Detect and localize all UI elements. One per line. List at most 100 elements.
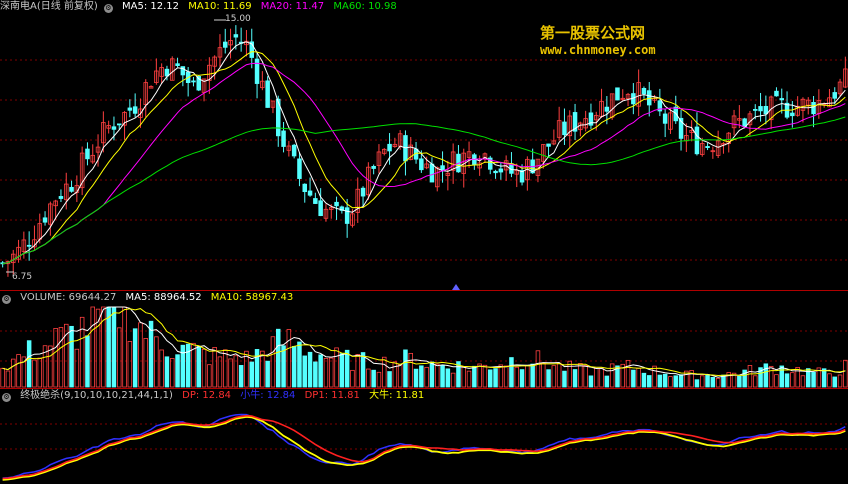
volume-bar: [715, 377, 721, 388]
volume-bar: [238, 365, 244, 388]
volume-bar: [74, 348, 80, 388]
volume-bar: [392, 361, 398, 388]
candle-body: [26, 244, 32, 247]
volume-bar: [519, 369, 525, 388]
volume-bar: [609, 363, 615, 388]
volume-bar: [403, 349, 408, 388]
ma20-label: MA20: 11.47: [260, 1, 325, 12]
volume-bar: [503, 365, 509, 388]
volume-bar: [350, 369, 355, 388]
volume-bar: [678, 374, 684, 388]
volume-bar: [323, 357, 329, 388]
volume-bar: [710, 377, 716, 388]
indicator-pane[interactable]: ⚙ 终极绝杀(9,10,10,10,21,44,1,1) DP: 12.84 小…: [0, 389, 848, 484]
volume-bar: [583, 364, 588, 388]
volume-bar: [143, 338, 149, 388]
volume-bar: [482, 364, 488, 388]
volume-bar: [408, 352, 414, 388]
daniu-label: 大牛: 11.81: [369, 390, 425, 401]
volume-bar: [85, 335, 90, 388]
volume-ma5-line: [2, 306, 846, 378]
volume-bar: [26, 340, 32, 388]
volume-bar: [286, 329, 292, 388]
volume-bar: [493, 368, 498, 388]
candle-body: [419, 158, 424, 171]
volume-bar: [148, 320, 154, 388]
volume-bar: [641, 372, 647, 388]
volume-bar: [53, 328, 58, 388]
volume-bar: [387, 371, 392, 388]
volume-bar: [562, 370, 567, 388]
candle-body: [371, 165, 376, 169]
volume-bar: [450, 372, 456, 388]
volume-bar: [302, 355, 308, 388]
candle-body: [233, 34, 239, 38]
candle-body: [646, 90, 652, 106]
volume-bar: [487, 369, 493, 388]
candle-body: [790, 112, 795, 117]
volume-bar: [328, 357, 334, 388]
candle-body: [180, 66, 186, 76]
settings-icon[interactable]: ⚙: [2, 295, 11, 304]
volume-bar: [551, 365, 557, 388]
volume-bar: [48, 345, 53, 388]
volume-bar: [127, 341, 133, 388]
volume-ma10-line: [2, 308, 846, 377]
indicator-name: 终极绝杀(9,10,10,10,21,44,1,1): [20, 390, 173, 401]
volume-bar: [779, 365, 785, 388]
volume-bar: [599, 368, 604, 388]
volume-bar: [578, 363, 583, 388]
volume-bar: [281, 345, 286, 388]
volume-bar: [440, 364, 445, 388]
candlestick-chart: [0, 19, 848, 290]
volume-bar: [572, 369, 578, 388]
candle-body: [127, 107, 133, 111]
candle-body: [832, 92, 838, 99]
volume-bar: [774, 374, 779, 388]
candle-body: [752, 109, 758, 111]
volume-bar: [32, 359, 37, 388]
candle-body: [265, 80, 270, 108]
volume-bar: [196, 345, 202, 388]
candle-body: [254, 58, 260, 84]
volume-bar: [201, 348, 207, 388]
candle-body: [191, 80, 196, 83]
candle-body: [604, 106, 610, 112]
candle-body: [222, 41, 228, 48]
candle-body: [42, 217, 48, 223]
volume-bar: [625, 359, 631, 388]
volume-bar: [355, 353, 361, 388]
candle-body: [705, 146, 710, 148]
dp-line: [2, 414, 846, 480]
candle-body: [175, 63, 180, 66]
candle-body: [493, 170, 498, 174]
volume-header: ⚙ VOLUME: 69644.27 MA5: 88964.52 MA10: 5…: [0, 291, 299, 304]
volume-bar: [90, 306, 96, 388]
volume-pane[interactable]: ⚙ VOLUME: 69644.27 MA5: 88964.52 MA10: 5…: [0, 291, 848, 388]
volume-bar: [795, 366, 800, 388]
volume-bar: [37, 357, 43, 388]
volume-bar: [747, 365, 753, 388]
settings-icon[interactable]: ⚙: [2, 393, 11, 402]
volume-bar: [843, 359, 848, 388]
ma5-label: MA5: 12.12: [122, 1, 180, 12]
candle-body: [132, 106, 138, 114]
volume-bar: [694, 379, 700, 388]
volume-bar: [275, 328, 281, 388]
watermark-url: www.chnmoney.com: [540, 43, 656, 57]
volume-bar: [116, 327, 122, 388]
volume-bar: [222, 349, 228, 388]
candle-body: [307, 190, 313, 196]
volume-bar: [381, 356, 387, 388]
volume-ma5-label: MA5: 88964.52: [125, 292, 202, 303]
price-chart-pane[interactable]: 深南电A(日线 前复权) ⚙ MA5: 12.12 MA10: 11.69 MA2…: [0, 0, 848, 290]
candle-body: [774, 90, 779, 97]
ma60-line: [2, 116, 846, 265]
volume-bar: [662, 373, 668, 388]
volume-bar: [514, 366, 520, 388]
volume-bar: [154, 336, 159, 388]
volume-bar: [530, 363, 535, 388]
volume-ma10-label: MA10: 58967.43: [210, 292, 294, 303]
settings-icon[interactable]: ⚙: [103, 4, 113, 13]
volume-bar: [636, 367, 641, 388]
